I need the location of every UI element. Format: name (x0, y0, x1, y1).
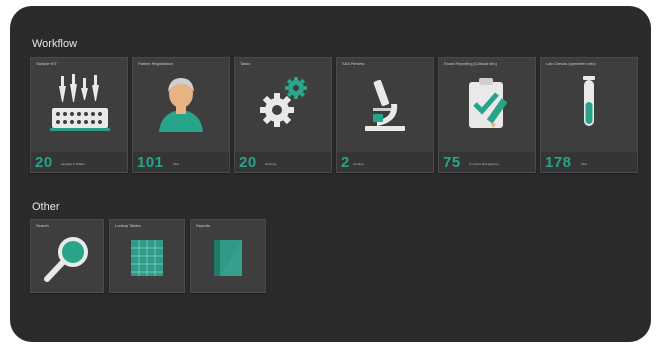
card-lookup-tables[interactable]: Lookup Tables (109, 219, 185, 293)
card-title: Reports (196, 223, 211, 228)
test-tube-icon (541, 72, 637, 134)
card-lab-checks[interactable]: Lab Checks (specimen info) 178 total (540, 57, 638, 173)
card-patient-registration[interactable]: Patient Registration 101 total (132, 57, 230, 173)
card-title: Patient Registration (138, 61, 173, 66)
other-section-title: Other (32, 201, 60, 213)
magnifier-icon (31, 232, 103, 290)
gears-icon (235, 72, 331, 134)
count-label: Running (265, 162, 277, 166)
count-label: total (173, 162, 179, 166)
grid-map-icon (110, 232, 184, 290)
count-value: 75 (443, 154, 461, 171)
card-footer: 178 total (541, 152, 637, 172)
card-footer: 2 pending (337, 152, 433, 172)
card-tasks[interactable]: Tasks 20 Running (234, 57, 332, 173)
microscope-icon (337, 72, 433, 134)
card-footer: 20 Running (235, 152, 331, 172)
card-title: Search (36, 223, 49, 228)
pipette-rack-icon (31, 72, 127, 134)
count-label: pending (353, 162, 364, 166)
report-icon (191, 232, 265, 290)
card-title: Lab Checks (specimen info) (546, 61, 596, 66)
dashboard-panel: Workflow Sample KIT 20 samples in Plates… (10, 6, 651, 342)
card-title: Exam Reporting (Clinical info) (444, 61, 497, 66)
count-value: 101 (137, 154, 164, 171)
count-label: samples in Plates (61, 162, 85, 166)
card-footer: 101 total (133, 152, 229, 172)
card-reports[interactable]: Reports (190, 219, 266, 293)
card-title: Sample KIT (36, 61, 57, 66)
card-footer: 75 to review and approve (439, 152, 535, 172)
count-value: 20 (35, 154, 53, 171)
card-search[interactable]: Search (30, 219, 104, 293)
workflow-section-title: Workflow (32, 38, 78, 50)
card-title: SAS Review (342, 61, 365, 66)
card-title: Lookup Tables (115, 223, 141, 228)
count-label: total (581, 162, 587, 166)
count-label: to review and approve (469, 162, 499, 166)
card-sample-kit[interactable]: Sample KIT 20 samples in Plates (30, 57, 128, 173)
patient-icon (133, 72, 229, 134)
clipboard-edit-icon (439, 72, 535, 134)
card-sas-review[interactable]: SAS Review 2 pending (336, 57, 434, 173)
count-value: 2 (341, 154, 350, 171)
count-value: 20 (239, 154, 257, 171)
card-footer: 20 samples in Plates (31, 152, 127, 172)
card-exam-reporting[interactable]: Exam Reporting (Clinical info) 75 to rev… (438, 57, 536, 173)
card-title: Tasks (240, 61, 251, 66)
count-value: 178 (545, 154, 572, 171)
